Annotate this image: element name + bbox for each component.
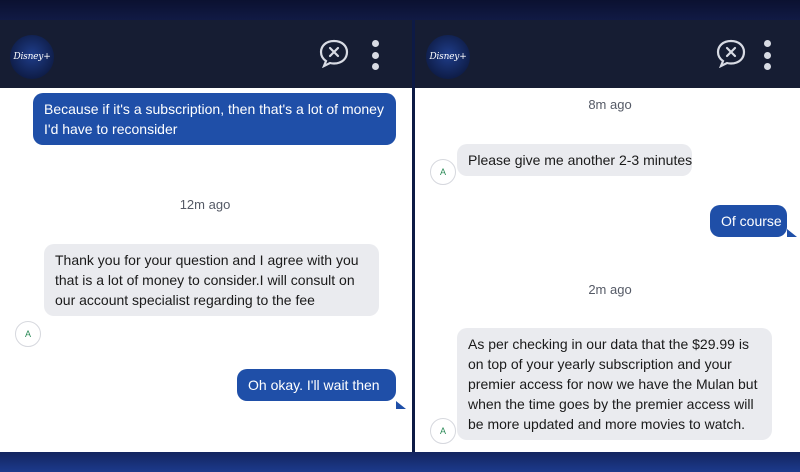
- message-timestamp: 12m ago: [179, 197, 231, 212]
- message-timestamp: 8m ago: [588, 97, 632, 112]
- disney-plus-logo: Disney+: [10, 35, 54, 79]
- agent-message: As per checking in our data that the $29…: [457, 328, 772, 440]
- agent-avatar: A: [430, 159, 456, 185]
- user-message: Because if it's a subscription, then tha…: [33, 93, 396, 145]
- agent-avatar: A: [15, 321, 41, 347]
- close-chat-icon[interactable]: [318, 38, 350, 69]
- chat-header: Disney+: [0, 20, 412, 88]
- more-vertical-icon[interactable]: [762, 40, 772, 70]
- user-message: Of course: [710, 205, 787, 237]
- close-chat-icon[interactable]: [715, 38, 747, 69]
- more-vertical-icon[interactable]: [370, 40, 380, 70]
- agent-message: Thank you for your question and I agree …: [44, 244, 379, 316]
- user-message: Oh okay. I'll wait then: [237, 369, 396, 401]
- bubble-tail: [787, 229, 797, 237]
- top-background-strip: [0, 0, 800, 20]
- disney-plus-logo: Disney+: [426, 35, 470, 79]
- bubble-tail: [396, 401, 406, 409]
- chat-header: Disney+: [415, 20, 800, 88]
- agent-avatar: A: [430, 418, 456, 444]
- chat-panel-right: Disney+ 8m ago Please give me another 2-…: [415, 20, 800, 452]
- agent-message: Please give me another 2-3 minutes: [457, 144, 692, 176]
- message-timestamp: 2m ago: [588, 282, 632, 297]
- chat-panel-left: Disney+ Because if it's a subscription, …: [0, 20, 412, 452]
- bottom-background-strip: [0, 452, 800, 472]
